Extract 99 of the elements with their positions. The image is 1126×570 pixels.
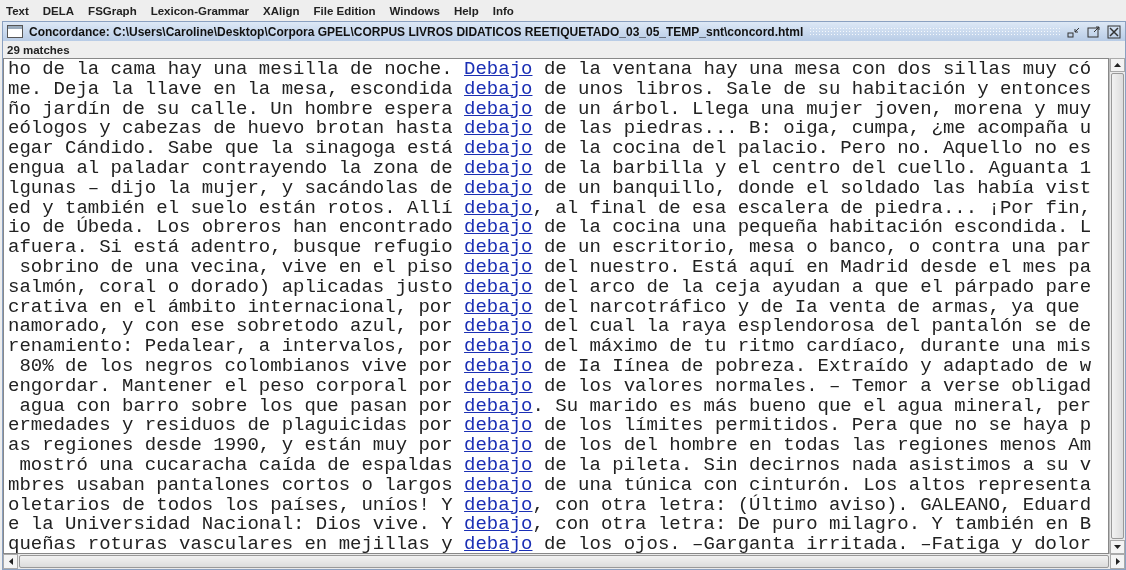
menu-item[interactable]: XAlign [263, 4, 300, 17]
keyword-link[interactable]: debajo [464, 436, 533, 456]
menu-item[interactable]: Help [453, 4, 479, 17]
right-context: de la cocina del palacio. Pero no. Aquello no es [542, 139, 1092, 159]
scroll-thumb[interactable] [1111, 73, 1124, 539]
keyword-link[interactable]: debajo [464, 297, 533, 318]
left-context: e la Universidad Nacional: Dios vive. Y [8, 515, 453, 536]
vertical-scrollbar[interactable] [1109, 58, 1125, 554]
left-context: io de Úbeda. Los obreros han encontrado [8, 218, 453, 239]
keyword-link[interactable]: debajo [464, 475, 533, 496]
right-context: del máximo de tu ritmo cardíaco, durante una mis [542, 337, 1092, 357]
menu-item[interactable]: FSGraph [88, 4, 137, 17]
right-context: de la barbilla y el centro del cuello. Aguanta 1 [542, 159, 1092, 179]
left-context: oletarios de todos los países, uníos! Y [8, 495, 453, 516]
right-context: de un banquillo, donde el soldado las había vist [542, 178, 1092, 199]
keyword-link[interactable]: debajo [464, 257, 533, 278]
keyword-link[interactable]: debajo [464, 238, 533, 258]
keyword-link[interactable]: debajo [464, 495, 533, 516]
left-context: me. Deja la llave en la mesa, escondida [8, 79, 453, 100]
keyword-link[interactable]: debajo [464, 139, 533, 159]
right-context: del narcotráfico y de Ia venta de armas, ya que [542, 297, 1080, 318]
close-icon[interactable] [1107, 24, 1121, 39]
right-context: , al final de esa escalera de piedra... ¡Por fin, [532, 198, 1092, 219]
right-context: de unos libros. Sale de su habitación y entonces [542, 79, 1092, 100]
right-arrow-icon [1115, 558, 1120, 565]
up-arrow-icon [1114, 63, 1121, 67]
keyword-link[interactable]: debajo [464, 396, 533, 417]
left-context: mbres usaban pantalones cortos o largos [8, 475, 453, 496]
scroll-right-button[interactable] [1110, 554, 1125, 569]
keyword-link[interactable]: debajo [464, 376, 533, 397]
keyword-link[interactable]: Debajo [464, 60, 533, 80]
scroll-down-button[interactable] [1110, 540, 1125, 554]
menu-item[interactable]: Text [6, 4, 29, 17]
keyword-link[interactable]: debajo [464, 198, 533, 219]
right-context: del arco de la ceja ayudan a que el párpado pare [542, 277, 1092, 298]
keyword-link[interactable]: debajo [464, 337, 533, 357]
left-context: ho de la cama hay una mesilla de noche. [8, 60, 453, 80]
left-context: 80% de los negros colombianos vive por [18, 356, 453, 377]
keyword-link[interactable]: debajo [464, 317, 533, 338]
keyword-link[interactable]: debajo [464, 218, 533, 239]
right-context: de la cocina una pequeña habitación escondida. L [542, 218, 1092, 239]
horizontal-scrollbar[interactable] [3, 554, 1125, 569]
right-context: de la pileta. Sin decirnos nada asistimos a su v [542, 455, 1092, 476]
left-context: engordar. Mantener el peso corporal por [8, 376, 453, 397]
maximize-icon[interactable] [1087, 24, 1101, 39]
left-context: eólogos y cabezas de huevo brotan hasta [8, 119, 453, 140]
left-context: queñas roturas vasculares en mejillas y [8, 535, 453, 553]
left-context: agua con barro sobre los que pasan por [19, 396, 453, 417]
right-context: de los límites permitidos. Pera que no se haya p [542, 416, 1092, 437]
right-context: de un escritorio, mesa o banco, o contra una par [542, 238, 1092, 258]
left-context: salmón, coral o dorado) aplicadas justo [8, 277, 453, 298]
right-context: de un árbol. Llega una mujer joven, morena y muy [542, 99, 1092, 120]
right-context: de Ia Iínea de pobreza. Extraído y adaptado de w [542, 356, 1092, 377]
down-arrow-icon [1114, 545, 1121, 549]
right-context: del cual la raya esplendorosa del pantalón se de [542, 317, 1092, 338]
right-context: de las piedras... B: oiga, cumpa, ¿me acompaña u [542, 119, 1092, 140]
menu-item[interactable]: DELA [42, 4, 75, 17]
keyword-link[interactable]: debajo [464, 515, 533, 536]
right-context: , con otra letra: (Último aviso). GALEANO, Eduard [532, 495, 1092, 516]
keyword-link[interactable]: debajo [464, 455, 533, 476]
right-context: , con otra letra: De puro milagro. Y también en B [532, 515, 1092, 536]
left-context: crativa en el ámbito internacional, por [8, 297, 453, 318]
menu-item[interactable]: Info [492, 4, 514, 17]
match-count: 29 matches [6, 42, 71, 58]
keyword-link[interactable]: debajo [464, 99, 533, 120]
keyword-link[interactable]: debajo [464, 416, 533, 437]
right-context: de los valores normales. – Temor a verse obligad [542, 376, 1092, 397]
right-context: del nuestro. Está aquí en Madrid desde el mes pa [542, 257, 1092, 278]
right-context: de los ojos. –Garganta irritada. –Fatiga y dolor [542, 535, 1092, 553]
menu-item[interactable]: Lexicon-Grammar [150, 4, 250, 17]
left-context: renamiento: Pedalear, a intervalos, por [8, 337, 453, 357]
left-context: lgunas – dijo la mujer, y sacándolas de [8, 178, 453, 199]
window-title: Concordance: C:\Users\Caroline\Desktop\Corpora GPEL\CORPUS LIVROS DIDATICOS REETIQUETADO_03_05_TEMP_snt\concord.html [29, 24, 804, 39]
left-arrow-icon [8, 558, 13, 565]
menu-item[interactable]: Windows [389, 4, 440, 17]
scroll-left-button[interactable] [3, 554, 18, 569]
left-context: sobrino de una vecina, vive en el piso [18, 257, 453, 278]
keyword-link[interactable]: debajo [464, 79, 533, 100]
keyword-link[interactable]: debajo [464, 178, 533, 199]
left-context: namorado, y con ese sobretodo azul, por [8, 317, 453, 338]
keyword-link[interactable]: debajo [464, 277, 533, 298]
menu-item[interactable]: File Edition [313, 4, 376, 17]
right-context: . Su marido es más bueno que el agua mineral, per [532, 396, 1092, 417]
window-icon [7, 25, 23, 38]
keyword-link[interactable]: debajo [464, 356, 533, 377]
left-context: afuera. Si está adentro, busque refugio [8, 238, 453, 258]
right-context: de la ventana hay una mesa con dos sillas muy có [542, 60, 1092, 80]
left-context: egar Cándido. Sabe que la sinagoga está [8, 139, 453, 159]
keyword-link[interactable]: debajo [464, 119, 533, 140]
scroll-thumb[interactable] [19, 555, 1109, 568]
left-context: ermedades y residuos de plaguicidas por [8, 416, 453, 437]
right-context: de los del hombre en todas las regiones menos Am [542, 436, 1092, 456]
keyword-link[interactable]: debajo [464, 535, 533, 553]
keyword-link[interactable]: debajo [464, 159, 533, 179]
left-context: engua al paladar contrayendo la zona de [8, 159, 453, 179]
scroll-up-button[interactable] [1110, 58, 1125, 72]
left-context: as regiones desde 1990, y están muy por [8, 436, 453, 456]
left-context: mostró una cucaracha caída de espaldas [18, 455, 453, 476]
left-context: ño jardín de su calle. Un hombre espera [8, 99, 453, 120]
